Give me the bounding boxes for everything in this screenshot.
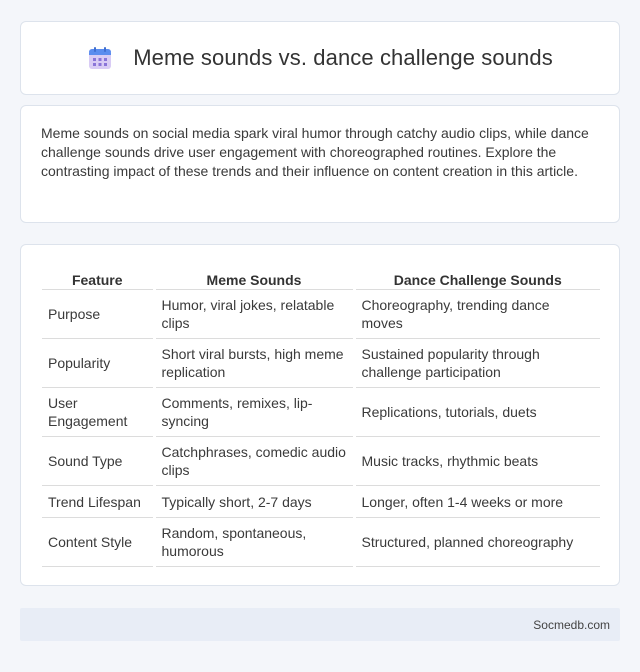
table-cell-feature: Sound Type (42, 436, 154, 486)
table-row: Purpose Humor, viral jokes, relatable cl… (42, 289, 600, 339)
column-header-meme-sounds: Meme Sounds (152, 267, 354, 290)
table-cell-dance: Choreography, trending dance moves (352, 289, 600, 339)
table-cell-feature: Content Style (42, 517, 154, 567)
intro-paragraph: Meme sounds on social media spark viral … (41, 125, 589, 179)
table-row: Sound Type Catchphrases, comedic audio c… (42, 436, 600, 486)
comparison-table: Feature Meme Sounds Dance Challenge Soun… (42, 267, 600, 567)
table-cell-dance: Structured, planned choreography (352, 517, 600, 567)
title-row: Meme sounds vs. dance challenge sounds (87, 45, 553, 71)
column-header-feature: Feature (42, 267, 154, 290)
table-row: User Engagement Comments, remixes, lip-s… (42, 387, 600, 437)
title-card: Meme sounds vs. dance challenge sounds (20, 21, 620, 95)
table-row: Content Style Random, spontaneous, humor… (42, 517, 600, 567)
table-cell-feature: Trend Lifespan (42, 485, 154, 518)
footer-bar: Socmedb.com (20, 608, 620, 641)
table-cell-dance: Replications, tutorials, duets (352, 387, 600, 437)
table-cell-meme: Typically short, 2-7 days (152, 485, 354, 518)
table-cell-feature: Popularity (42, 338, 154, 388)
intro-card: Meme sounds on social media spark viral … (20, 105, 620, 223)
table-cell-feature: User Engagement (42, 387, 154, 437)
table-header-row: Feature Meme Sounds Dance Challenge Soun… (42, 267, 600, 290)
table-cell-meme: Comments, remixes, lip-syncing (152, 387, 354, 437)
table-cell-feature: Purpose (42, 289, 154, 339)
page-title: Meme sounds vs. dance challenge sounds (133, 45, 553, 70)
footer-site-link[interactable]: Socmedb.com (533, 618, 610, 632)
column-header-dance-challenge-sounds: Dance Challenge Sounds (352, 267, 600, 290)
table-cell-meme: Catchphrases, comedic audio clips (152, 436, 354, 486)
comparison-card: Feature Meme Sounds Dance Challenge Soun… (20, 244, 620, 586)
calendar-icon (89, 47, 112, 69)
table-cell-dance: Longer, often 1-4 weeks or more (352, 485, 600, 518)
table-row: Trend Lifespan Typically short, 2-7 days… (42, 485, 600, 518)
table-cell-meme: Short viral bursts, high meme replicatio… (152, 338, 354, 388)
table-cell-meme: Humor, viral jokes, relatable clips (152, 289, 354, 339)
table-cell-dance: Music tracks, rhythmic beats (352, 436, 600, 486)
table-row: Popularity Short viral bursts, high meme… (42, 338, 600, 388)
table-cell-dance: Sustained popularity through challenge p… (352, 338, 600, 388)
table-cell-meme: Random, spontaneous, humorous (152, 517, 354, 567)
